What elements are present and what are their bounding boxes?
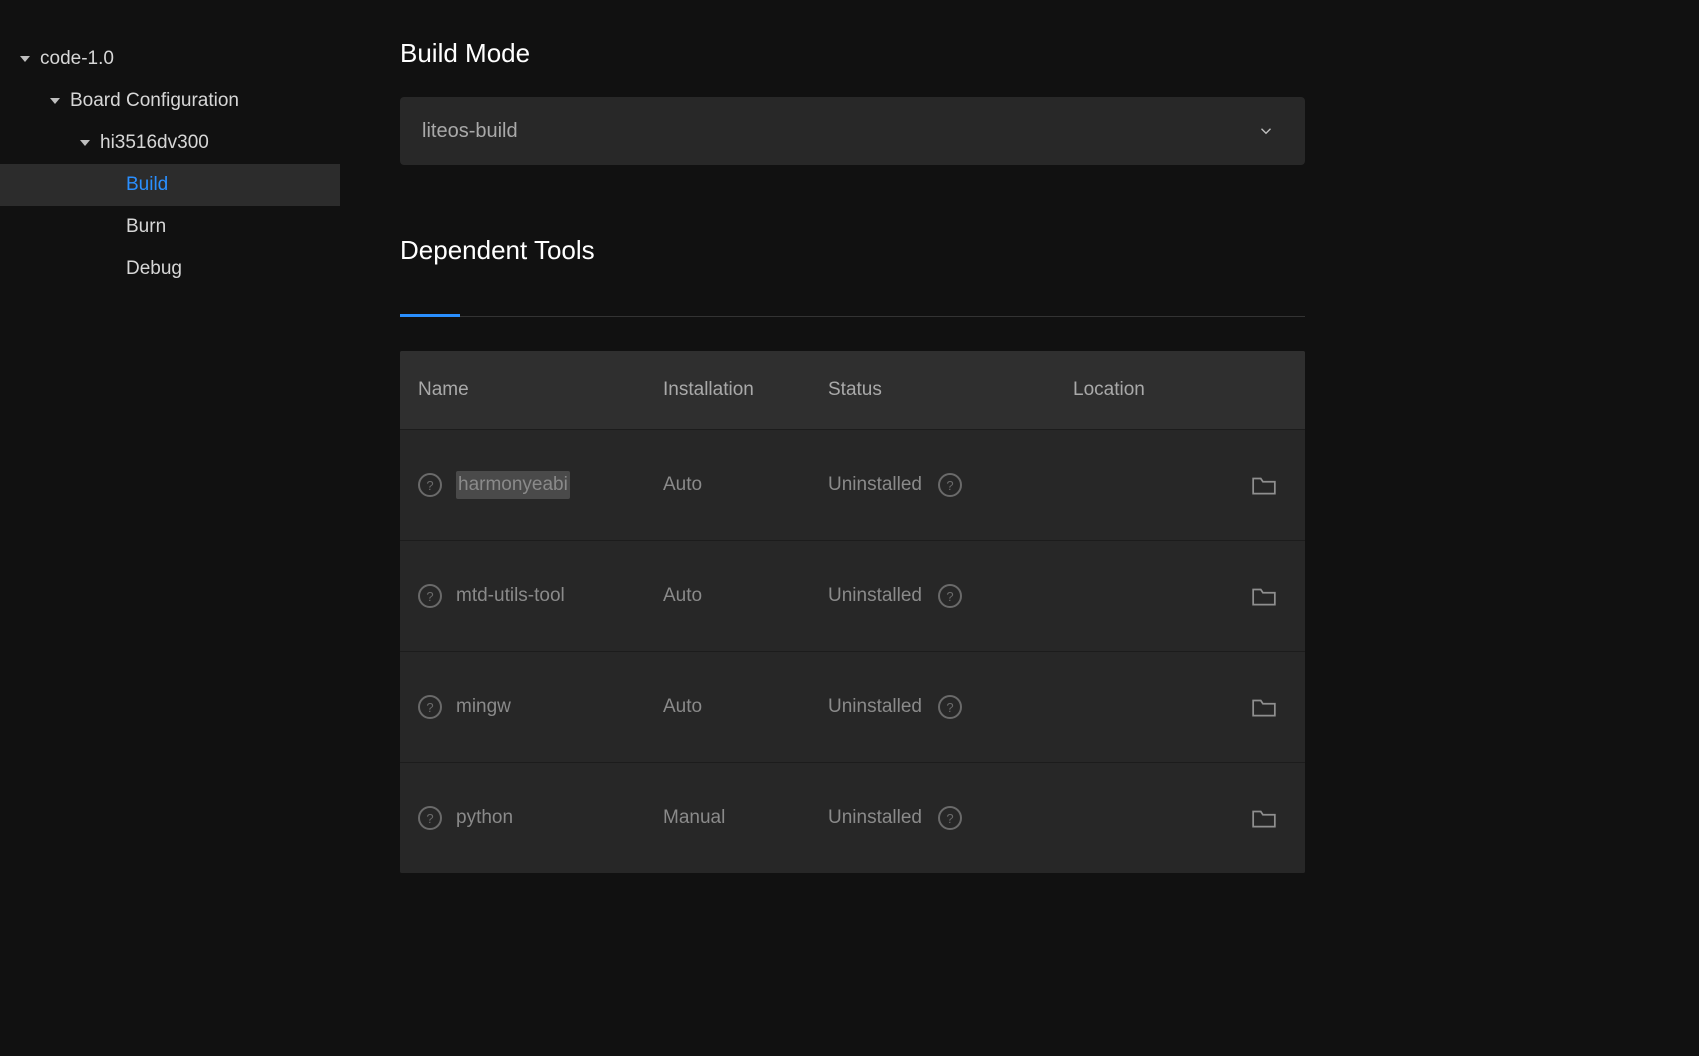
tool-name: python — [456, 807, 513, 829]
build-mode-value: liteos-build — [422, 120, 518, 143]
help-icon[interactable]: ? — [938, 806, 962, 830]
app-root: code-1.0 Board Configuration hi3516dv300… — [0, 0, 1699, 1056]
caret-down-icon — [16, 50, 34, 68]
status-text: Uninstalled — [828, 585, 922, 607]
tree-group[interactable]: Board Configuration — [0, 80, 340, 122]
build-mode-heading: Build Mode — [400, 38, 1659, 69]
table-row: ?harmonyeabiAutoUninstalled? — [400, 429, 1305, 540]
tree-root[interactable]: code-1.0 — [0, 38, 340, 80]
tree-leaf-build[interactable]: Build — [0, 164, 340, 206]
help-icon[interactable]: ? — [938, 473, 962, 497]
tool-name: harmonyeabi — [456, 471, 570, 499]
tree-group-label: Board Configuration — [70, 90, 239, 112]
status-text: Uninstalled — [828, 474, 922, 496]
cell-installation: Auto — [645, 696, 810, 718]
status-text: Uninstalled — [828, 807, 922, 829]
cell-location — [1055, 696, 1305, 718]
build-mode-select[interactable]: liteos-build — [400, 97, 1305, 165]
tree-leaf-debug[interactable]: Debug — [0, 248, 340, 290]
tree-leaf-label: Burn — [126, 216, 166, 238]
status-text: Uninstalled — [828, 696, 922, 718]
tool-name: mtd-utils-tool — [456, 585, 565, 607]
table-row: ?mtd-utils-toolAutoUninstalled? — [400, 540, 1305, 651]
table-row: ?pythonManualUninstalled? — [400, 762, 1305, 873]
cell-installation: Auto — [645, 585, 810, 607]
cell-status: Uninstalled? — [810, 473, 1055, 497]
col-status: Status — [810, 379, 1055, 401]
help-icon[interactable]: ? — [418, 806, 442, 830]
col-location: Location — [1055, 379, 1305, 401]
table-row: ?mingwAutoUninstalled? — [400, 651, 1305, 762]
cell-location — [1055, 807, 1305, 829]
help-icon[interactable]: ? — [418, 584, 442, 608]
chevron-down-icon — [1257, 122, 1275, 140]
col-name: Name — [400, 379, 645, 401]
cell-installation: Manual — [645, 807, 810, 829]
tree-leaf-label: Debug — [126, 258, 182, 280]
tree-board-label: hi3516dv300 — [100, 132, 209, 154]
cell-status: Uninstalled? — [810, 584, 1055, 608]
cell-name: ? python — [400, 806, 645, 830]
tree-leaf-label: Build — [126, 174, 168, 196]
cell-status: Uninstalled? — [810, 695, 1055, 719]
project-tree-sidebar: code-1.0 Board Configuration hi3516dv300… — [0, 0, 340, 1056]
folder-icon[interactable] — [1251, 696, 1277, 718]
folder-icon[interactable] — [1251, 807, 1277, 829]
tree-root-label: code-1.0 — [40, 48, 114, 70]
cell-installation: Auto — [645, 474, 810, 496]
tree-leaf-burn[interactable]: Burn — [0, 206, 340, 248]
caret-down-icon — [76, 134, 94, 152]
dependent-tools-heading: Dependent Tools — [400, 235, 1659, 266]
folder-icon[interactable] — [1251, 585, 1277, 607]
cell-name: ? harmonyeabi — [400, 471, 645, 499]
help-icon[interactable]: ? — [418, 695, 442, 719]
help-icon[interactable]: ? — [938, 695, 962, 719]
help-icon[interactable]: ? — [938, 584, 962, 608]
main-content: Build Mode liteos-build Dependent Tools … — [340, 0, 1699, 1056]
cell-location — [1055, 585, 1305, 607]
cell-location — [1055, 474, 1305, 496]
table-header: Name Installation Status Location — [400, 351, 1305, 429]
cell-name: ? mtd-utils-tool — [400, 584, 645, 608]
folder-icon[interactable] — [1251, 474, 1277, 496]
caret-down-icon — [46, 92, 64, 110]
cell-status: Uninstalled? — [810, 806, 1055, 830]
tree-board[interactable]: hi3516dv300 — [0, 122, 340, 164]
tabs-underline — [400, 316, 1305, 317]
col-installation: Installation — [645, 379, 810, 401]
dependent-tools-table: Name Installation Status Location ? harmo… — [400, 351, 1305, 873]
tool-name: mingw — [456, 696, 511, 718]
cell-name: ? mingw — [400, 695, 645, 719]
help-icon[interactable]: ? — [418, 473, 442, 497]
